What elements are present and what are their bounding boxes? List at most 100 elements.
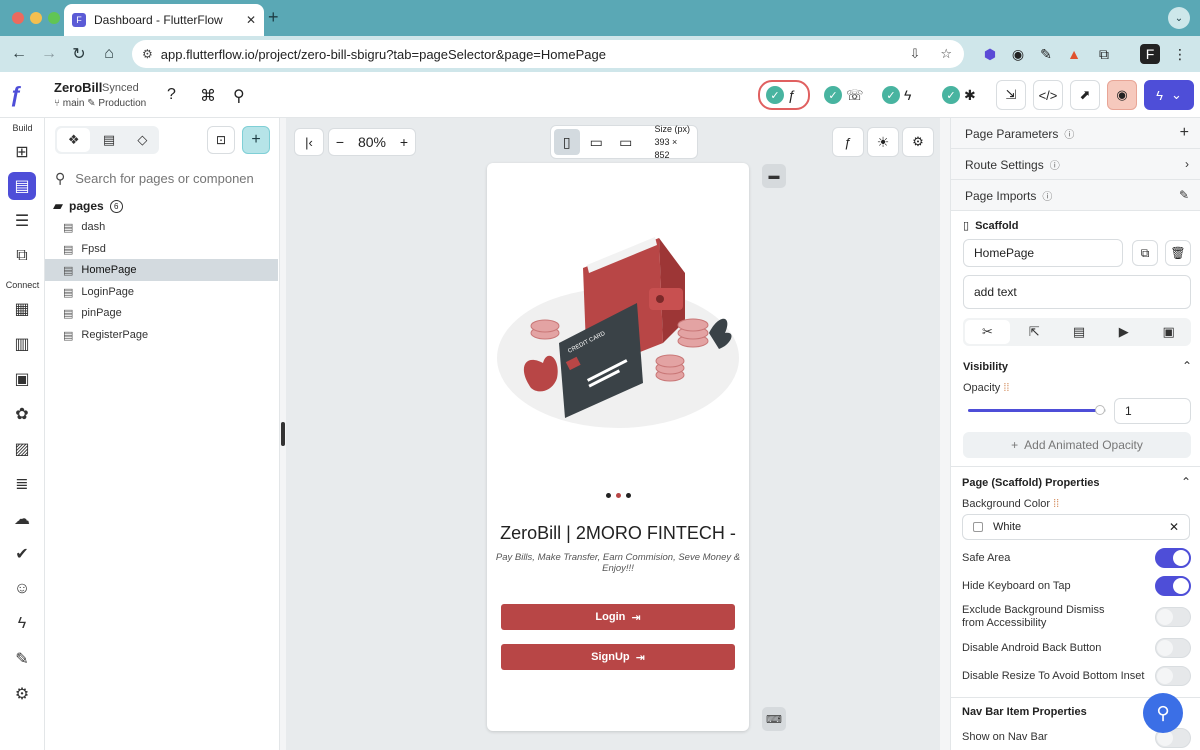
media-assets-icon[interactable]: ▨ <box>8 435 36 463</box>
clear-icon[interactable]: ✕ <box>1169 520 1179 534</box>
extension-badge-icon[interactable]: ⬢ <box>980 44 1000 64</box>
flutterflow-preview-button[interactable]: ƒ <box>832 127 864 157</box>
opacity-slider[interactable] <box>968 405 1106 415</box>
page-parameters-row[interactable]: Page Parameters ⓘ + <box>951 118 1200 149</box>
help-search-button[interactable]: ⚲ <box>1143 693 1183 733</box>
hide-keyboard-toggle[interactable] <box>1155 576 1191 596</box>
firestore-icon[interactable]: ▦ <box>8 295 36 323</box>
animations-tab-icon[interactable]: ▶ <box>1101 318 1146 346</box>
close-window-button[interactable] <box>12 12 24 24</box>
forward-icon[interactable]: → <box>34 45 64 63</box>
browser-tab[interactable]: F Dashboard - FlutterFlow ✕ <box>64 4 264 36</box>
pen-extension-icon[interactable]: ✎ <box>1036 44 1056 64</box>
exclude-background-dismiss-toggle[interactable] <box>1155 607 1191 627</box>
add-widget-icon[interactable]: ⊞ <box>8 138 36 166</box>
background-color-field[interactable]: White ✕ <box>962 514 1190 540</box>
home-icon[interactable]: ⌂ <box>94 45 124 63</box>
page-state-tab-icon[interactable]: ▣ <box>1146 318 1191 346</box>
preview-button[interactable]: ◉ <box>1107 80 1137 110</box>
pages-tab-icon[interactable]: ❖ <box>57 128 91 152</box>
page-item-homepage[interactable]: ▤ HomePage <box>45 259 278 281</box>
extensions-puzzle-icon[interactable]: ⧉ <box>1094 44 1114 64</box>
light-mode-button[interactable]: ☀ <box>867 127 899 157</box>
disable-back-button-toggle[interactable] <box>1155 638 1191 658</box>
properties-tab-icon[interactable]: ✂ <box>965 320 1010 344</box>
chevron-up-icon[interactable]: ⌃ <box>1181 475 1191 489</box>
flutterflow-logo-icon[interactable]: ƒ <box>10 82 36 108</box>
resize-handle[interactable] <box>281 422 285 446</box>
safe-area-toggle[interactable] <box>1155 548 1191 568</box>
new-tab-icon[interactable]: + <box>268 7 279 28</box>
page-item-dash[interactable]: ▤ dash <box>45 216 278 238</box>
custom-code-icon[interactable]: ≣ <box>8 470 36 498</box>
browser-menu-icon[interactable]: ⋮ <box>1170 44 1190 64</box>
canvas-settings-button[interactable]: ⚙ <box>902 127 934 157</box>
comments-check-button[interactable]: ✓ ☏ <box>818 80 870 110</box>
search-icon[interactable]: ⚲ <box>233 86 245 106</box>
install-app-icon[interactable]: ⇩ <box>909 46 920 62</box>
library-tab-icon[interactable]: ◇ <box>126 126 159 154</box>
components-tab-icon[interactable]: ▤ <box>92 126 125 154</box>
api-calls-icon[interactable]: ▣ <box>8 365 36 393</box>
login-button[interactable]: Login ⇥ <box>501 604 735 630</box>
pages-folder[interactable]: ▰ pages 6 <box>53 198 123 214</box>
branch-info[interactable]: ⑂ main ✎ Production <box>54 98 146 109</box>
cookie-extension-icon[interactable]: ◉ <box>1008 44 1028 64</box>
settings-gear-icon[interactable]: ⚙ <box>8 680 36 708</box>
page-search-input[interactable] <box>75 170 256 186</box>
toggle-appbar-button[interactable]: ▬ <box>762 164 786 188</box>
minimize-window-button[interactable] <box>30 12 42 24</box>
backend-query-tab-icon[interactable]: ▤ <box>1057 318 1102 346</box>
help-icon[interactable]: ? <box>167 86 176 104</box>
page-item-loginpage[interactable]: ▤ LoginPage <box>45 281 278 303</box>
bookmark-star-icon[interactable]: ☆ <box>940 46 952 62</box>
variable-icon[interactable]: ⁞⁞ <box>1003 382 1009 394</box>
device-size[interactable]: Size (px) 393 × 852 <box>655 123 695 162</box>
copy-page-button[interactable]: ⧉ <box>1132 240 1158 266</box>
page-name-field[interactable]: HomePage <box>963 239 1123 267</box>
actions-check-button[interactable]: ✓ ϟ <box>876 80 928 110</box>
run-button[interactable]: ϟ ⌄ <box>1144 80 1194 110</box>
share-flow-button[interactable]: ⇲ <box>996 80 1026 110</box>
page-indicator[interactable] <box>487 493 749 498</box>
page-selector-icon[interactable]: ▤ <box>8 172 36 200</box>
opacity-slider-thumb[interactable] <box>1095 405 1106 415</box>
open-external-button[interactable]: ⬈ <box>1070 80 1100 110</box>
build-check-button[interactable]: ✓ ƒ <box>758 80 810 110</box>
variable-icon[interactable]: ⁞⁞ <box>1053 498 1059 510</box>
disable-resize-toggle[interactable] <box>1155 666 1191 686</box>
project-name[interactable]: ZeroBill <box>54 80 102 95</box>
data-types-icon[interactable]: ▥ <box>8 330 36 358</box>
desktop-device-icon[interactable]: ▭ <box>613 129 639 155</box>
page-imports-row[interactable]: Page Imports ⓘ ✎ <box>951 180 1200 211</box>
actions-tab-icon[interactable]: ⇱ <box>1012 318 1057 346</box>
close-tab-icon[interactable]: ✕ <box>246 13 256 27</box>
tablet-device-icon[interactable]: ▭ <box>584 129 610 155</box>
edit-pencil-icon[interactable]: ✎ <box>1179 188 1189 202</box>
add-page-button[interactable]: + <box>242 126 270 154</box>
phone-device-icon[interactable]: ▯ <box>554 129 580 155</box>
phone-preview[interactable]: CREDIT CARD ZeroBill | 2MORO FINTECH - P… <box>487 163 749 731</box>
code-view-button[interactable]: </> <box>1033 80 1063 110</box>
widget-tree-icon[interactable]: ☰ <box>8 207 36 235</box>
cloud-functions-icon[interactable]: ☁ <box>8 505 36 533</box>
delete-page-button[interactable]: 🗑 <box>1165 240 1191 266</box>
command-palette-icon[interactable]: ⌘ <box>200 86 216 106</box>
address-bar[interactable]: ⚙ app.flutterflow.io/project/zero-bill-s… <box>132 40 964 68</box>
signup-button[interactable]: SignUp ⇥ <box>501 644 735 670</box>
add-animated-opacity-button[interactable]: + Add Animated Opacity <box>963 432 1191 458</box>
chevron-up-icon[interactable]: ⌃ <box>1182 359 1192 373</box>
page-item-fpsd[interactable]: ▤ Fpsd <box>45 238 278 260</box>
toggle-keyboard-button[interactable]: ⌨ <box>762 707 786 731</box>
tab-search-icon[interactable]: ⌄ <box>1168 7 1190 29</box>
right-panel-splitter[interactable] <box>940 118 950 750</box>
reload-icon[interactable]: ↻ <box>64 44 94 64</box>
collapse-panel-button[interactable]: |‹ <box>294 128 324 156</box>
opacity-input[interactable]: 1 <box>1114 398 1191 424</box>
back-icon[interactable]: ← <box>4 45 34 63</box>
lightning-icon[interactable]: ϟ <box>8 610 36 638</box>
maximize-window-button[interactable] <box>48 12 60 24</box>
plus-icon[interactable]: + <box>1180 124 1189 142</box>
app-state-icon[interactable]: ✿ <box>8 400 36 428</box>
page-item-pinpage[interactable]: ▤ pinPage <box>45 302 278 324</box>
